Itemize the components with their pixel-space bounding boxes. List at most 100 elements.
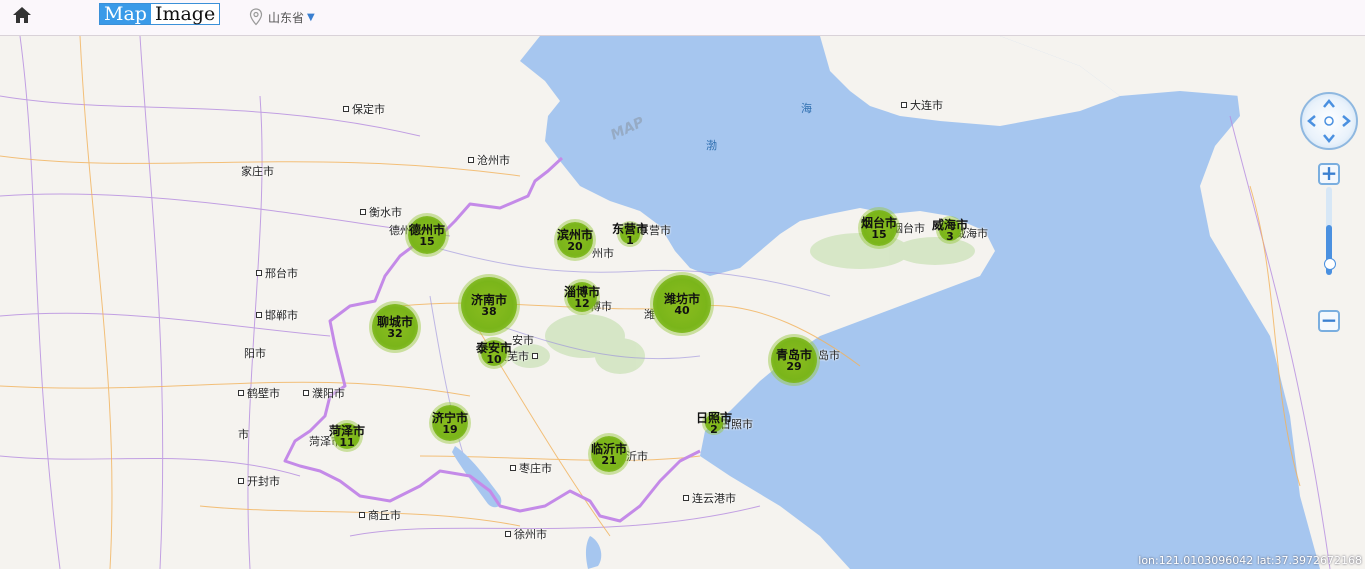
city-marker [359,512,365,518]
cluster-name: 淄博市 [564,284,601,299]
city-label: 市 [238,426,249,442]
city-label: 沧州市 [468,152,510,168]
city-name: 鹤壁市 [247,387,280,400]
city-marker [256,270,262,276]
city-name: 大连市 [910,99,943,112]
cluster-linyi[interactable]: 临沂市 21 [591,436,627,472]
region-selector[interactable]: 山东省 ▼ [249,6,315,28]
zoom-out-button[interactable]: − [1318,310,1340,332]
city-marker [303,390,309,396]
region-label: 山东省 [268,10,305,25]
image-option-button[interactable]: Image [150,4,220,24]
cluster-count: 20 [567,239,583,253]
cluster-count: 29 [786,359,802,373]
city-label: 保定市 [343,101,385,117]
cluster-taian[interactable]: 泰安市 10 [476,340,512,366]
home-icon[interactable] [11,5,33,25]
pan-up-icon[interactable] [1322,97,1336,111]
cluster-dongying[interactable]: 东营市 1 [612,223,648,246]
city-name: 阳市 [244,347,266,360]
cluster-count: 3 [946,229,954,243]
city-marker [256,312,262,318]
city-marker [901,102,907,108]
city-name: 邯郸市 [265,309,298,322]
cluster-qingdao[interactable]: 青岛市 29 [771,337,817,383]
city-name: 岛市 [818,349,840,362]
cluster-binzhou[interactable]: 滨州市 20 [557,222,593,258]
city-name: 安市 [512,334,534,347]
city-label: 徐州市 [505,526,547,542]
city-marker [683,495,689,501]
pan-left-icon[interactable] [1305,114,1319,128]
city-name: 衡水市 [369,206,402,219]
cluster-yantai[interactable]: 烟台市 15 [861,210,897,246]
cluster-count: 10 [486,352,502,366]
pan-compass-icon[interactable] [1300,92,1358,150]
cluster-name: 泰安市 [476,340,513,355]
city-marker [360,209,366,215]
map-option-button[interactable]: Map [100,4,151,24]
toolbar: Map Image 山东省 ▼ [0,0,1365,36]
cluster-count: 12 [574,296,590,310]
map-type-toggle: Map Image [99,3,221,25]
pan-down-icon[interactable] [1322,131,1336,145]
cluster-jinan[interactable]: 济南市 38 [461,277,517,333]
city-name: 市 [238,428,249,441]
city-label: 州市 [592,245,614,261]
city-name: 家庄市 [241,165,274,178]
city-label: 安市 [512,332,534,348]
chevron-down-icon: ▼ [307,11,315,23]
city-marker [238,478,244,484]
cluster-name: 菏泽市 [329,423,366,438]
cluster-weihai[interactable]: 威海市 3 [932,219,968,243]
zoom-slider-handle[interactable] [1324,258,1336,270]
city-label: 邯郸市 [256,307,298,323]
sea-label: 海 [801,102,812,115]
cluster-name: 烟台市 [861,215,898,230]
cluster-name: 聊城市 [376,314,413,329]
city-name: 沂市 [626,450,648,463]
cluster-count: 15 [419,234,435,248]
city-name: 枣庄市 [519,462,552,475]
city-label: 大连市 [901,97,943,113]
city-marker [510,465,516,471]
map-view[interactable]: MAP 海 渤 保定市 沧州市 家庄市 衡水市 德州市 邢台市 邯郸市 阳市 鹤… [0,36,1365,569]
city-label: 濮阳市 [303,385,345,401]
city-label: 岛市 [818,347,840,363]
cluster-rizhao[interactable]: 日照市 2 [696,412,732,435]
city-name: 沧州市 [477,154,510,167]
cluster-name: 威海市 [932,217,969,232]
cluster-count: 32 [387,326,403,340]
cluster-name: 东营市 [612,221,649,236]
cluster-count: 38 [481,304,497,318]
city-name: 州市 [592,247,614,260]
cluster-jining[interactable]: 济宁市 19 [432,405,468,441]
city-marker [238,390,244,396]
cluster-zibo[interactable]: 淄博市 12 [564,282,601,312]
city-name: 商丘市 [368,509,401,522]
cluster-liaocheng[interactable]: 聊城市 32 [372,304,418,350]
cluster-count: 19 [442,422,458,436]
city-label: 开封市 [238,473,280,489]
coordinate-readout: lon:121.0103096042 lat:37.3972672168 [1138,554,1362,567]
city-marker [505,531,511,537]
city-label: 阳市 [244,345,266,361]
zoom-in-button[interactable]: + [1318,163,1340,185]
pan-right-icon[interactable] [1339,114,1353,128]
pan-center-icon[interactable] [1322,114,1336,128]
cluster-count: 11 [339,435,355,449]
cluster-name: 日照市 [696,410,733,425]
cluster-name: 滨州市 [557,227,594,242]
cluster-name: 青岛市 [775,347,812,362]
city-label: 家庄市 [241,163,274,179]
cluster-dezhou[interactable]: 德州市 15 [408,216,446,254]
city-name: 徐州市 [514,528,547,541]
city-name: 濮阳市 [312,387,345,400]
cluster-heze[interactable]: 菏泽市 11 [329,423,365,449]
city-name: 邢台市 [265,267,298,280]
city-label: 鹤壁市 [238,385,280,401]
city-label: 邢台市 [256,265,298,281]
cluster-count: 40 [674,303,690,317]
city-label: 连云港市 [683,490,736,506]
cluster-weifang[interactable]: 潍坊市 40 [653,275,711,333]
